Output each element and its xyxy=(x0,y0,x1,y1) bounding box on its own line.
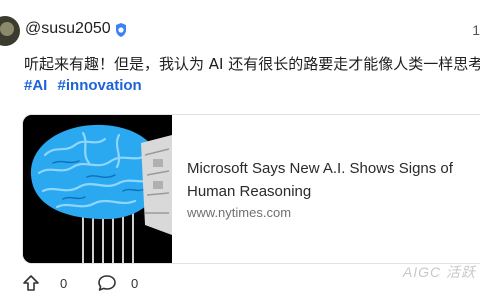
verified-badge-icon xyxy=(116,23,126,37)
link-preview-card[interactable]: Microsoft Says New A.I. Shows Signs of H… xyxy=(22,114,480,264)
comment-count: 0 xyxy=(131,275,139,291)
tag-ai[interactable]: #AI xyxy=(24,77,47,94)
post-tags: #AI #innovation xyxy=(24,77,148,94)
upvote-button[interactable]: 0 xyxy=(22,274,67,292)
post-meta-indicator: 1 xyxy=(472,22,480,38)
link-card-domain: www.nytimes.com xyxy=(187,205,292,220)
link-card-title[interactable]: Microsoft Says New A.I. Shows Signs of H… xyxy=(187,157,480,203)
post-text: 听起来有趣！但是，我认为 AI 还有很长的路要走才能像人类一样思考。 xyxy=(24,55,480,73)
upvote-arrow-icon xyxy=(23,275,39,291)
tag-innovation[interactable]: #innovation xyxy=(58,77,142,94)
comment-button[interactable]: 0 xyxy=(97,274,138,292)
watermark: AIGC 活跃 xyxy=(402,264,476,280)
avatar[interactable] xyxy=(0,16,20,46)
brain-image xyxy=(23,115,172,263)
comment-bubble-icon xyxy=(98,275,116,291)
upvote-count: 0 xyxy=(60,275,68,291)
post-username[interactable]: @susu2050 xyxy=(25,20,111,38)
